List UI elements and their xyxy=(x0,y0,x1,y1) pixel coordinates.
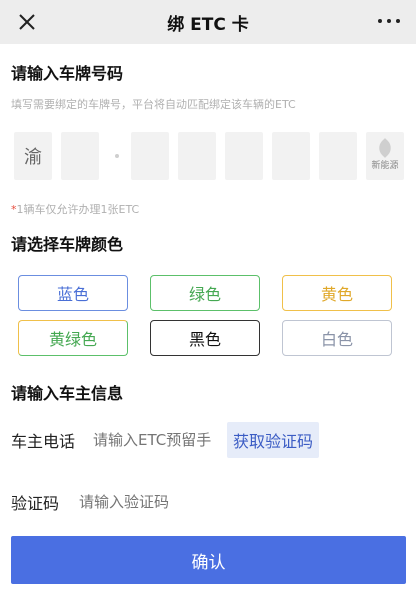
page-title: 绑 ETC 卡 xyxy=(167,14,249,35)
leaf-icon xyxy=(375,138,395,158)
plate-cell-3[interactable] xyxy=(131,132,169,180)
plate-cell-new-energy[interactable]: 新能源 xyxy=(366,132,404,180)
plate-cell-4[interactable] xyxy=(178,132,216,180)
color-option-white[interactable]: 白色 xyxy=(282,320,392,356)
color-option-green[interactable]: 绿色 xyxy=(150,275,260,311)
phone-row: 车主电话 获取验证码 xyxy=(11,422,406,458)
get-code-button[interactable]: 获取验证码 xyxy=(227,422,320,458)
plate-cell-province[interactable]: 渝 xyxy=(14,132,52,180)
plate-cell-7[interactable] xyxy=(319,132,357,180)
owner-section-title: 请输入车主信息 xyxy=(11,384,124,403)
color-option-yellow[interactable]: 黄色 xyxy=(282,275,392,311)
plate-cell-2[interactable] xyxy=(61,132,99,180)
confirm-button[interactable]: 确认 xyxy=(11,536,406,584)
color-option-blue[interactable]: 蓝色 xyxy=(18,275,128,311)
code-row: 验证码 xyxy=(11,485,406,519)
more-icon[interactable] xyxy=(378,13,400,29)
plate-input: 渝 新能源 xyxy=(14,132,406,180)
close-icon[interactable] xyxy=(16,11,38,33)
plate-cell-6[interactable] xyxy=(272,132,310,180)
color-option-black[interactable]: 黑色 xyxy=(150,320,260,356)
phone-label: 车主电话 xyxy=(11,432,76,451)
color-option-yellow-green[interactable]: 黄绿色 xyxy=(18,320,128,356)
plate-hint: 填写需要绑定的车牌号，平台将自动匹配绑定该车辆的ETC xyxy=(11,98,296,111)
phone-input[interactable] xyxy=(93,431,212,449)
plate-separator-dot xyxy=(115,154,119,158)
plate-note-text: 1辆车仅允许办理1张ETC xyxy=(16,203,140,216)
color-section-title: 请选择车牌颜色 xyxy=(11,235,124,254)
plate-note: *1辆车仅允许办理1张ETC xyxy=(11,201,139,217)
plate-cell-5[interactable] xyxy=(225,132,263,180)
code-label: 验证码 xyxy=(11,494,60,513)
plate-section-title: 请输入车牌号码 xyxy=(11,64,124,83)
new-energy-label: 新能源 xyxy=(371,161,399,171)
top-bar: 绑 ETC 卡 xyxy=(0,0,416,44)
code-input[interactable] xyxy=(79,493,280,511)
